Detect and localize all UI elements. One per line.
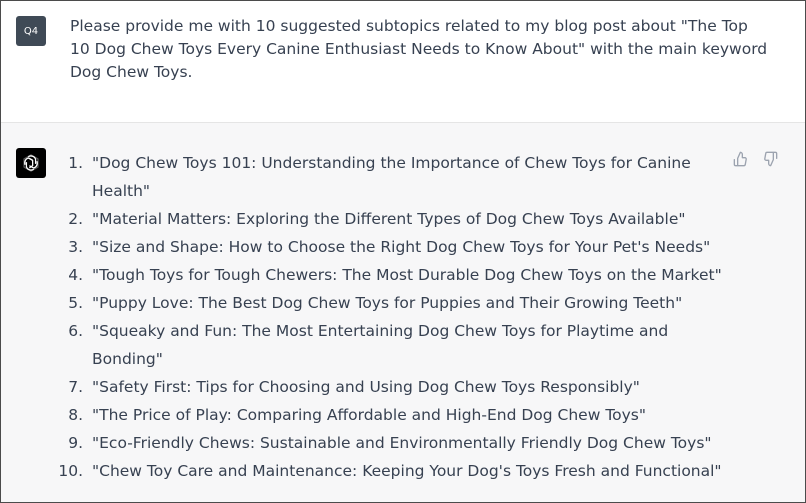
list-item: 10. "Chew Toy Care and Maintenance: Keepi… <box>51 457 732 485</box>
list-item-text: "Size and Shape: How to Choose the Right… <box>92 238 711 256</box>
list-item: 9. "Eco-Friendly Chews: Sustainable and E… <box>51 429 732 457</box>
list-item: 2. "Material Matters: Exploring the Diffe… <box>51 205 732 233</box>
list-item: 5. "Puppy Love: The Best Dog Chew Toys fo… <box>51 289 732 317</box>
list-item: 4. "Tough Toys for Tough Chewers: The Mos… <box>51 261 732 289</box>
list-item: 7. "Safety First: Tips for Choosing and U… <box>51 373 732 401</box>
user-avatar: Q4 <box>16 16 46 46</box>
list-item-number: 7. <box>68 378 83 396</box>
list-item: 8. "The Price of Play: Comparing Affordab… <box>51 401 732 429</box>
list-item-text: "The Price of Play: Comparing Affordable… <box>92 406 647 424</box>
list-item-number: 4. <box>68 266 83 284</box>
list-item: 1. "Dog Chew Toys 101: Understanding the … <box>51 149 732 205</box>
list-item: 6. "Squeaky and Fun: The Most Entertainin… <box>51 317 732 373</box>
thumbs-up-icon[interactable] <box>732 150 750 168</box>
list-item-number: 1. <box>68 154 83 172</box>
list-item-number: 9. <box>68 434 83 452</box>
list-item-text: "Safety First: Tips for Choosing and Usi… <box>92 378 640 396</box>
user-message-text: Please provide me with 10 suggested subt… <box>70 17 768 81</box>
openai-logo-icon <box>16 148 46 178</box>
thumbs-down-icon[interactable] <box>761 150 779 168</box>
list-item-number: 3. <box>68 238 83 256</box>
list-item-text: "Chew Toy Care and Maintenance: Keeping … <box>92 462 722 480</box>
list-item-number: 10. <box>58 462 83 480</box>
list-item-number: 6. <box>68 322 83 340</box>
list-item-text: "Tough Toys for Tough Chewers: The Most … <box>92 266 722 284</box>
list-item-text: "Squeaky and Fun: The Most Entertaining … <box>92 322 669 368</box>
list-item-number: 5. <box>68 294 83 312</box>
suggested-subtopics-list: 1. "Dog Chew Toys 101: Understanding the … <box>51 149 732 485</box>
list-item-text: "Eco-Friendly Chews: Sustainable and Env… <box>92 434 712 452</box>
list-item-number: 8. <box>68 406 83 424</box>
list-item-number: 2. <box>68 210 83 228</box>
list-item-text: "Puppy Love: The Best Dog Chew Toys for … <box>92 294 683 312</box>
list-item-text: "Material Matters: Exploring the Differe… <box>92 210 686 228</box>
list-item-text: "Dog Chew Toys 101: Understanding the Im… <box>92 154 691 200</box>
assistant-message-row: 1. "Dog Chew Toys 101: Understanding the … <box>1 123 805 502</box>
list-item: 3. "Size and Shape: How to Choose the Rig… <box>51 233 732 261</box>
user-message-row: Q4 Please provide me with 10 suggested s… <box>1 1 805 123</box>
chat-window: Q4 Please provide me with 10 suggested s… <box>0 0 806 503</box>
